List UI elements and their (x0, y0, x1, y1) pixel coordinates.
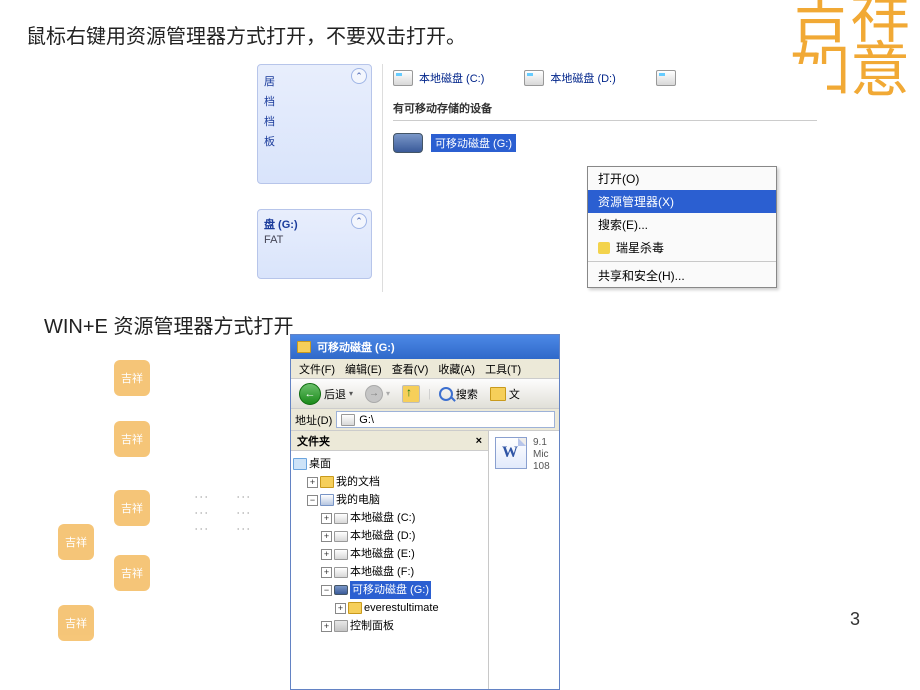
hard-disk-icon (334, 531, 348, 542)
removable-disk-icon (334, 585, 348, 595)
address-bar: 地址(D) G:\ (291, 409, 559, 431)
menu-file[interactable]: 文件(F) (295, 361, 339, 377)
title-bar: 可移动磁盘 (G:) (291, 335, 559, 359)
drive-extra[interactable] (656, 70, 676, 86)
hard-disk-icon (334, 567, 348, 578)
drive-c[interactable]: 本地磁盘 (C:) (393, 70, 484, 86)
removable-disk-icon (393, 133, 423, 153)
folder-tree-pane: 文件夹 × 桌面 +我的文档 −我的电脑 +本地磁盘 (C:) +本地磁盘 (D… (291, 431, 489, 689)
expand-icon[interactable]: + (321, 621, 332, 632)
address-value: G:\ (359, 414, 374, 426)
menu-favorites[interactable]: 收藏(A) (434, 361, 479, 377)
hard-disk-icon (524, 70, 544, 86)
control-panel-icon (334, 620, 348, 632)
figure-explorer-window: 可移动磁盘 (G:) 文件(F) 编辑(E) 查看(V) 收藏(A) 工具(T)… (290, 334, 560, 690)
decoration-stamp (114, 555, 150, 591)
menu-tools[interactable]: 工具(T) (481, 361, 525, 377)
tasks-pane: ⌃ 居 档 档 板 ⌃ 盘 (G:) FAT (257, 64, 372, 292)
hard-disk-icon (656, 70, 676, 86)
tree-header: 文件夹 × (291, 431, 488, 451)
search-button[interactable]: 搜索 (435, 384, 482, 404)
menu-explorer[interactable]: 资源管理器(X) (588, 190, 776, 213)
menu-bar: 文件(F) 编辑(E) 查看(V) 收藏(A) 工具(T) (291, 359, 559, 379)
tree-mydocs[interactable]: +我的文档 (307, 473, 486, 491)
section-removable: 有可移动存储的设备 (393, 100, 817, 121)
tree-drive-d[interactable]: +本地磁盘 (D:) (321, 527, 486, 545)
decoration-stamp (58, 605, 94, 641)
menu-view[interactable]: 查看(V) (388, 361, 433, 377)
file-meta: 9.1 Mic 108 (533, 437, 550, 473)
folder-tree: 桌面 +我的文档 −我的电脑 +本地磁盘 (C:) +本地磁盘 (D:) +本地… (291, 451, 488, 639)
list-item[interactable]: 9.1 Mic 108 (495, 437, 553, 473)
menu-share[interactable]: 共享和安全(H)... (588, 264, 776, 287)
menu-search[interactable]: 搜索(E)... (588, 213, 776, 236)
desktop-icon (293, 458, 307, 470)
folder-icon (297, 341, 311, 353)
tree-mypc[interactable]: −我的电脑 (307, 491, 486, 509)
menu-edit[interactable]: 编辑(E) (341, 361, 386, 377)
tree-drive-e[interactable]: +本地磁盘 (E:) (321, 545, 486, 563)
decoration-stamp (114, 421, 150, 457)
figure-explorer-context-menu: ⌃ 居 档 档 板 ⌃ 盘 (G:) FAT 本地磁盘 (C:) 本地磁盘 (D… (257, 64, 827, 292)
tree-control-panel[interactable]: +控制面板 (321, 617, 486, 635)
tree-drive-f[interactable]: +本地磁盘 (F:) (321, 563, 486, 581)
decoration-stamp (114, 360, 150, 396)
back-button[interactable]: ←后退▾ (295, 381, 357, 407)
expand-icon[interactable]: + (307, 477, 318, 488)
menu-open[interactable]: 打开(O) (588, 167, 776, 190)
rising-icon (598, 242, 610, 254)
search-icon (439, 387, 453, 401)
context-menu: 打开(O) 资源管理器(X) 搜索(E)... 瑞星杀毒 共享和安全(H)... (587, 166, 777, 288)
collapse-icon[interactable]: ⌃ (351, 68, 367, 84)
tree-drive-c[interactable]: +本地磁盘 (C:) (321, 509, 486, 527)
decoration-stamp (58, 524, 94, 560)
menu-rising-antivirus[interactable]: 瑞星杀毒 (588, 236, 776, 259)
decoration-stamp (114, 490, 150, 526)
menu-separator (588, 261, 776, 262)
collapse-icon[interactable]: − (321, 585, 332, 596)
drive-d[interactable]: 本地磁盘 (D:) (524, 70, 615, 86)
tree-everest-folder[interactable]: +everestultimate (335, 599, 486, 617)
tree-drive-g[interactable]: −可移动磁盘 (G:) (321, 581, 486, 599)
vertical-dots: ⋮⋮⋮ (194, 490, 210, 538)
instruction-middle: WIN+E 资源管理器方式打开 (44, 310, 293, 339)
folders-button[interactable]: 文 (486, 384, 524, 404)
up-button[interactable] (398, 383, 424, 405)
folder-icon (348, 602, 362, 614)
toolbar: ←后退▾ →▾ | 搜索 文 (291, 379, 559, 409)
removable-disk-g[interactable]: 可移动磁盘 (G:) (393, 133, 817, 153)
collapse-icon[interactable]: ⌃ (351, 213, 367, 229)
drive-icon (341, 414, 355, 426)
expand-icon[interactable]: + (321, 549, 332, 560)
expand-icon[interactable]: + (321, 531, 332, 542)
address-input[interactable]: G:\ (336, 411, 555, 428)
expand-icon[interactable]: + (321, 513, 332, 524)
expand-icon[interactable]: + (335, 603, 346, 614)
tasks-panel: ⌃ 居 档 档 板 (257, 64, 372, 184)
vertical-dots: ⋮⋮⋮ (236, 490, 252, 538)
collapse-icon[interactable]: − (307, 495, 318, 506)
forward-button[interactable]: →▾ (361, 383, 394, 405)
back-icon: ← (299, 383, 321, 405)
hard-disk-icon (334, 513, 348, 524)
page-number: 3 (850, 609, 860, 630)
documents-icon (320, 476, 334, 488)
instruction-top: 鼠标右键用资源管理器方式打开，不要双击打开。 (26, 20, 466, 49)
my-computer-icon (320, 494, 334, 506)
folders-icon (490, 387, 506, 401)
up-icon (402, 385, 420, 403)
forward-icon: → (365, 385, 383, 403)
address-label: 地址(D) (295, 412, 332, 428)
close-icon[interactable]: × (476, 435, 482, 447)
tree-desktop[interactable]: 桌面 (293, 455, 486, 473)
word-document-icon (495, 437, 527, 469)
files-list: 9.1 Mic 108 (489, 431, 559, 689)
hard-disk-icon (393, 70, 413, 86)
hard-disk-icon (334, 549, 348, 560)
expand-icon[interactable]: + (321, 567, 332, 578)
details-panel: ⌃ 盘 (G:) FAT (257, 209, 372, 279)
window-title: 可移动磁盘 (G:) (317, 339, 395, 355)
